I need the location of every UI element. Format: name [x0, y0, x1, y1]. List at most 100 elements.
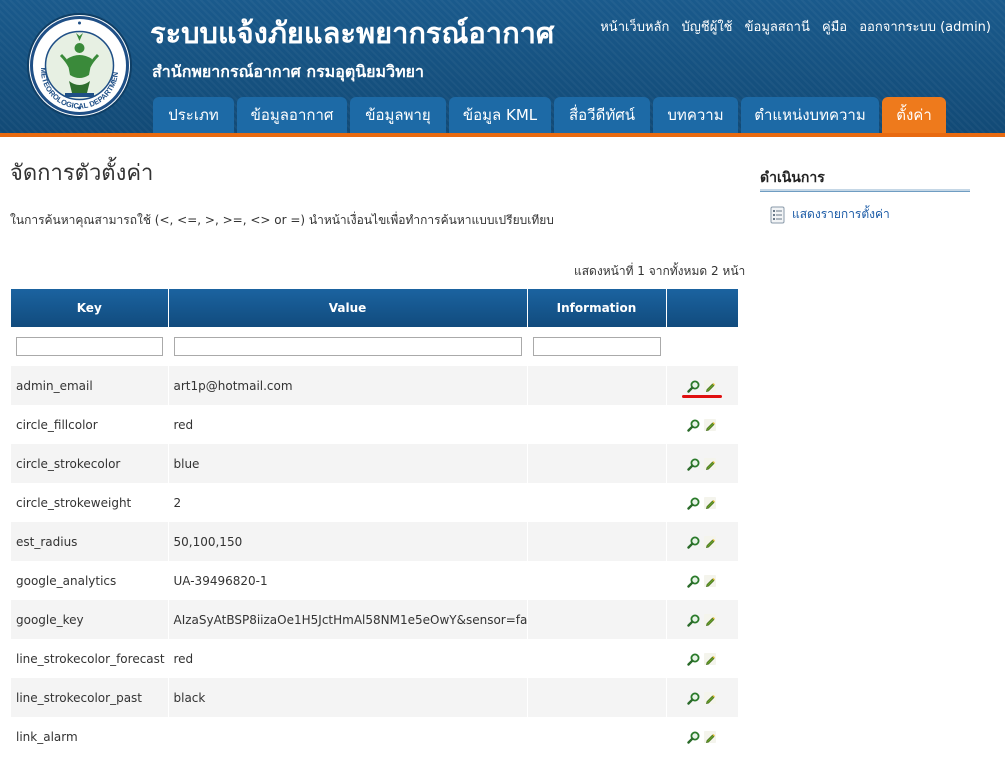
cell-key: est_radius [11, 522, 169, 561]
cell-value: 2 [168, 483, 528, 522]
cell-value: UA-39496820-1 [168, 561, 528, 600]
top-link-home[interactable]: หน้าเว็บหลัก [600, 20, 669, 35]
view-icon[interactable] [687, 496, 701, 510]
cell-value: black [168, 678, 528, 717]
edit-icon[interactable] [703, 379, 717, 393]
table-row: link_alarm [11, 717, 738, 756]
table-row: circle_strokecolor blue [11, 444, 738, 483]
sidebar-title: ดำเนินการ [760, 170, 825, 186]
cell-value: AIzaSyAtBSP8iizaOe1H5JctHmAl58NM1e5eOwY&… [168, 600, 528, 639]
view-icon[interactable] [687, 457, 701, 471]
view-icon[interactable] [687, 652, 701, 666]
edit-icon[interactable] [703, 535, 717, 549]
cell-actions [666, 561, 738, 600]
table-row: admin_email art1p@hotmail.com [11, 366, 738, 405]
edit-icon[interactable] [703, 730, 717, 744]
nav-tab-settings[interactable]: ตั้งค่า [882, 97, 946, 133]
nav-tab-kml-data[interactable]: ข้อมูล KML [449, 97, 551, 133]
cell-value [168, 717, 528, 756]
table-row: line_strokecolor_past black [11, 678, 738, 717]
department-logo[interactable]: METEOROLOGICAL DEPARTMENT [29, 15, 130, 116]
column-header-information[interactable]: Information [527, 289, 667, 327]
cell-information [527, 405, 667, 444]
top-link-logout[interactable]: ออกจากระบบ (admin) [859, 20, 991, 35]
list-icon [770, 206, 785, 223]
site-title: ระบบแจ้งภัยและพยากรณ์อากาศ [150, 16, 555, 50]
column-header-actions [666, 289, 738, 327]
cell-actions [666, 405, 738, 444]
view-icon[interactable] [687, 418, 701, 432]
cell-value: 50,100,150 [168, 522, 528, 561]
cell-value: art1p@hotmail.com [168, 366, 528, 405]
view-icon[interactable] [687, 535, 701, 549]
cell-key: circle_strokeweight [11, 483, 169, 522]
view-icon[interactable] [687, 574, 701, 588]
view-icon[interactable] [687, 613, 701, 627]
cell-actions [666, 639, 738, 678]
top-link-user-accounts[interactable]: บัญชีผู้ใช้ [682, 20, 733, 35]
cell-key: circle_fillcolor [11, 405, 169, 444]
edit-icon[interactable] [703, 613, 717, 627]
edit-icon[interactable] [703, 652, 717, 666]
cell-actions [666, 522, 738, 561]
nav-tab-article-positions[interactable]: ตำแหน่งบทความ [741, 97, 879, 133]
nav-tab-storm-data[interactable]: ข้อมูลพายุ [350, 97, 446, 133]
top-link-manual[interactable]: คู่มือ [822, 20, 847, 35]
site-header: METEOROLOGICAL DEPARTMENT ระบบแจ้งภัยและ… [0, 0, 1005, 133]
cell-key: google_analytics [11, 561, 169, 600]
cell-information [527, 483, 667, 522]
table-row: google_analytics UA-39496820-1 [11, 561, 738, 600]
view-icon[interactable] [687, 730, 701, 744]
nav-tab-video-media[interactable]: สื่อวีดีทัศน์ [554, 97, 650, 133]
edit-icon[interactable] [703, 574, 717, 588]
header-accent-line [0, 133, 1005, 137]
top-link-station-data[interactable]: ข้อมูลสถานี [745, 20, 810, 35]
cell-information [527, 639, 667, 678]
column-header-value[interactable]: Value [168, 289, 528, 327]
edit-icon[interactable] [703, 457, 717, 471]
site-subtitle: สำนักพยากรณ์อากาศ กรมอุตุนิยมวิทยา [152, 62, 424, 81]
nav-tab-types[interactable]: ประเภท [153, 97, 234, 133]
table-row: line_strokecolor_forecast red [11, 639, 738, 678]
nav-tab-articles[interactable]: บทความ [653, 97, 738, 133]
view-icon[interactable] [687, 379, 701, 393]
cell-key: google_key [11, 600, 169, 639]
filter-value-input[interactable] [173, 337, 522, 356]
column-header-key[interactable]: Key [11, 289, 169, 327]
cell-actions [666, 483, 738, 522]
cell-information [527, 600, 667, 639]
sidebar-link-list-settings[interactable]: แสดงรายการตั้งค่า [770, 205, 890, 224]
filter-key-input[interactable] [16, 337, 163, 356]
annotation-underline [682, 395, 722, 398]
table-header-row: Key Value Information [11, 289, 738, 327]
edit-icon[interactable] [703, 496, 717, 510]
sidebar-divider [760, 189, 970, 192]
cell-information [527, 717, 667, 756]
cell-actions [666, 444, 738, 483]
view-icon[interactable] [687, 691, 701, 705]
page-title: จัดการตัวตั้งค่า [10, 161, 154, 186]
cell-key: link_alarm [11, 717, 169, 756]
nav-tab-weather-data[interactable]: ข้อมูลอากาศ [237, 97, 347, 133]
filter-information-input[interactable] [532, 337, 661, 356]
cell-information [527, 678, 667, 717]
table-row: circle_fillcolor red [11, 405, 738, 444]
cell-value: red [168, 639, 528, 678]
cell-information [527, 366, 667, 405]
cell-actions [666, 717, 738, 756]
cell-information [527, 561, 667, 600]
cell-key: admin_email [11, 366, 169, 405]
table-row: est_radius 50,100,150 [11, 522, 738, 561]
edit-icon[interactable] [703, 418, 717, 432]
settings-table: Key Value Information admin_email art1p@h… [11, 289, 738, 756]
cell-value: red [168, 405, 528, 444]
cell-actions [666, 600, 738, 639]
table-row: circle_strokeweight 2 [11, 483, 738, 522]
cell-actions [666, 678, 738, 717]
cell-key: line_strokecolor_forecast [11, 639, 169, 678]
edit-icon[interactable] [703, 691, 717, 705]
table-row: google_key AIzaSyAtBSP8iizaOe1H5JctHmAl58… [11, 600, 738, 639]
cell-key: line_strokecolor_past [11, 678, 169, 717]
top-links: หน้าเว็บหลัก บัญชีผู้ใช้ ข้อมูลสถานี คู่… [592, 16, 991, 37]
logo-emblem-icon: METEOROLOGICAL DEPARTMENT [29, 15, 129, 115]
